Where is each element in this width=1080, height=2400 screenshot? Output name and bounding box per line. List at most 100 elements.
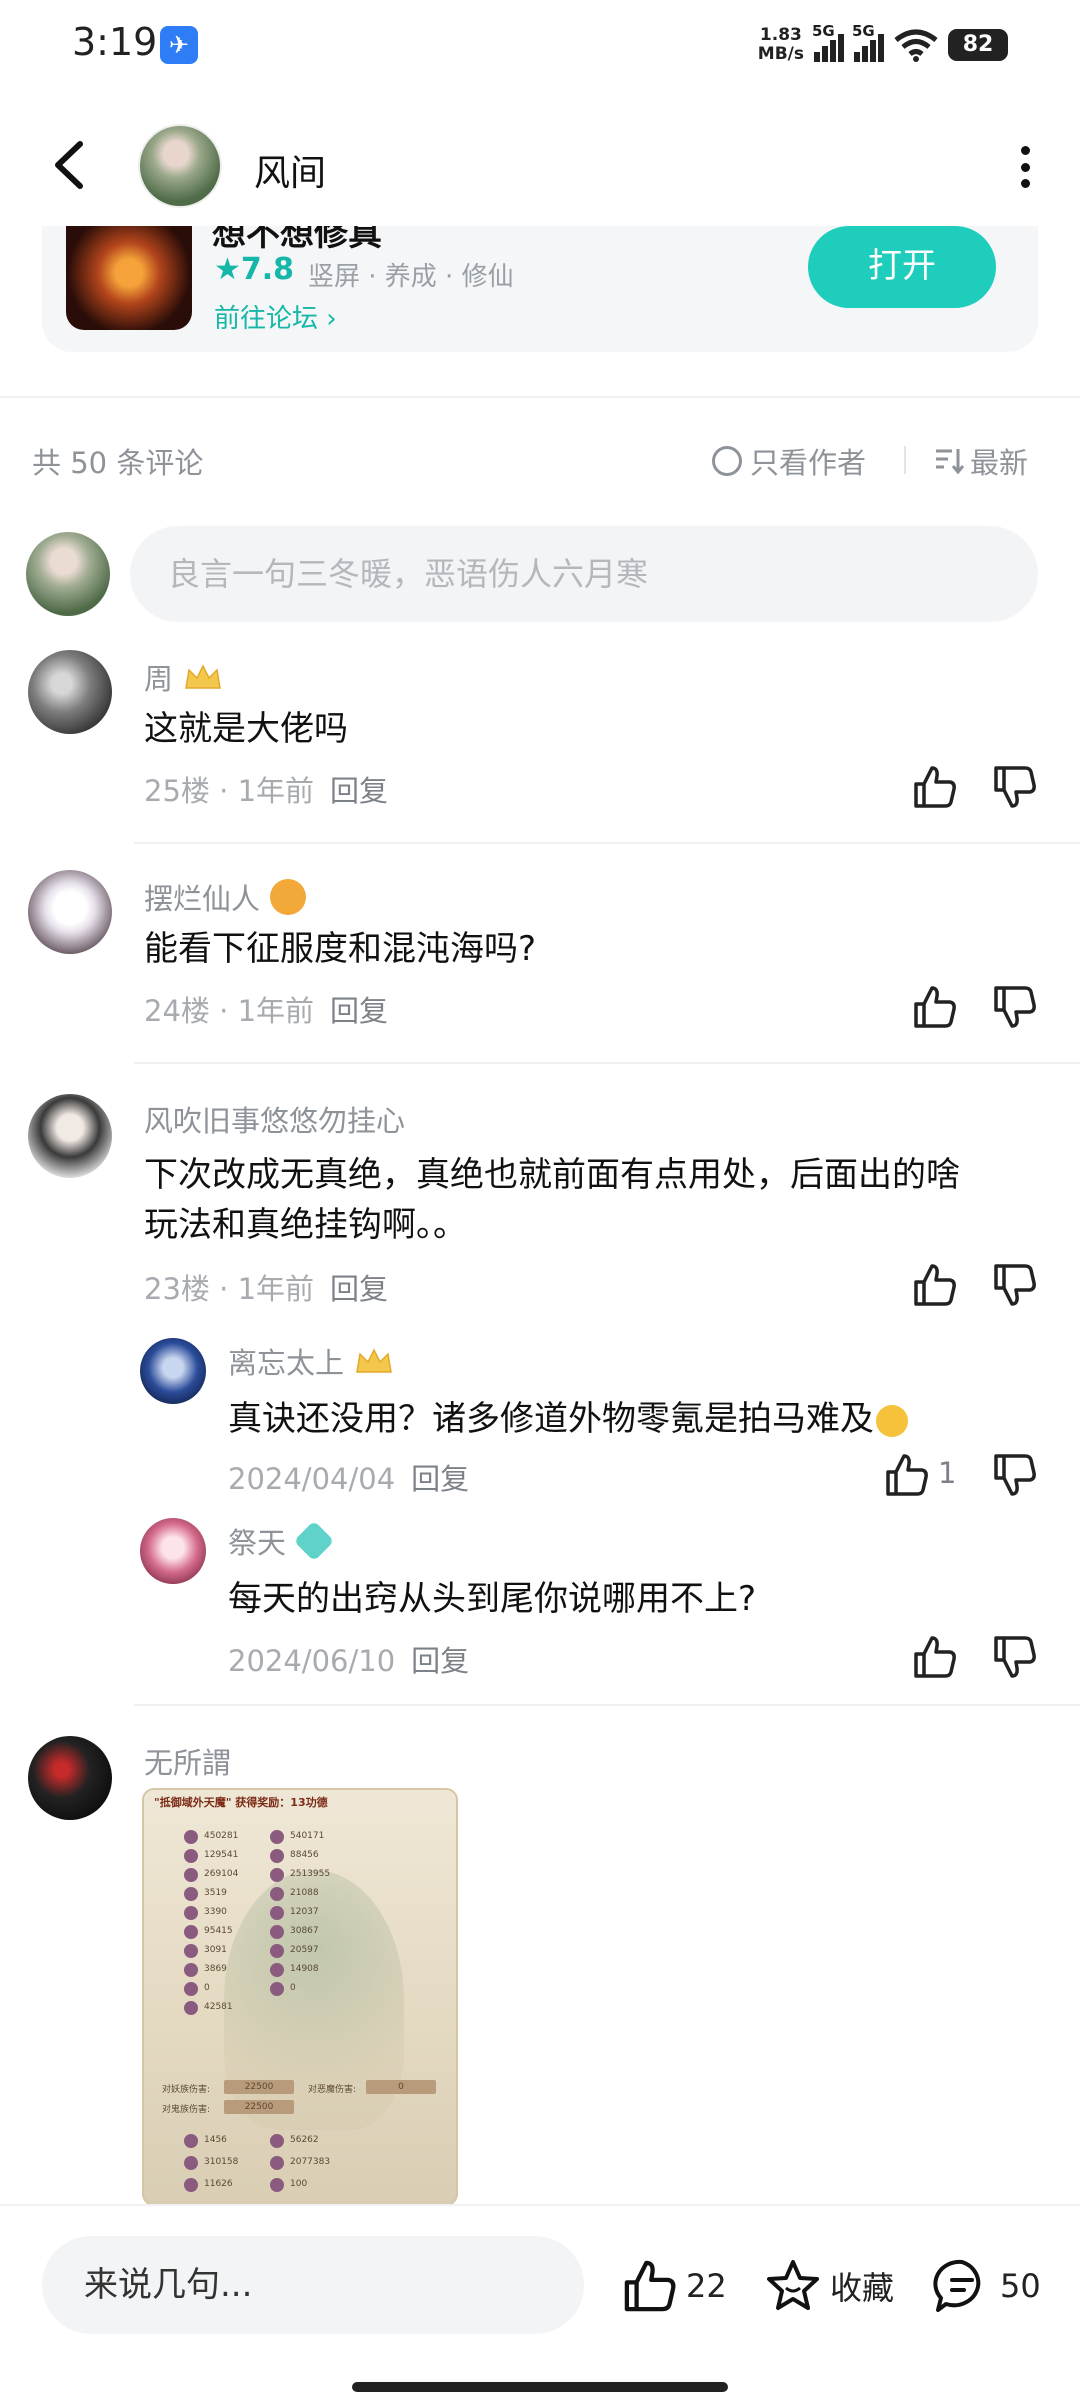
stat-icon — [270, 1887, 284, 1901]
reply-button[interactable]: 回复 — [411, 1462, 469, 1496]
comment-avatar[interactable] — [28, 1736, 112, 1820]
stat-value: 100 — [290, 2179, 308, 2189]
reply-button[interactable]: 回复 — [330, 994, 388, 1028]
stat-value: 42581 — [204, 2002, 233, 2012]
thumbs-up-icon — [624, 2260, 676, 2312]
thumbs-down-icon[interactable] — [992, 1634, 1038, 1680]
thumbs-down-icon[interactable] — [992, 1452, 1038, 1498]
comments-count: 共 50 条评论 — [32, 446, 204, 480]
game-tags: 竖屏 · 养成 · 修仙 — [308, 262, 514, 292]
chat-bubble-icon — [933, 2259, 981, 2312]
more-options-icon[interactable] — [1010, 146, 1040, 188]
divider — [134, 1704, 1080, 1706]
divider — [134, 1062, 1080, 1064]
bottom-action-bar: 来说几句... 22 收藏 50 — [0, 2204, 1080, 2400]
stat-icon — [270, 1982, 284, 1996]
stat-icon — [270, 2134, 284, 2148]
stat-value: 30867 — [290, 1926, 319, 1936]
stat-value: 2077383 — [290, 2157, 331, 2167]
author-only-toggle[interactable]: 只看作者 — [712, 440, 866, 482]
reply-button[interactable]: 回复 — [411, 1644, 469, 1678]
signal-icon: 5G — [812, 22, 844, 62]
reply-avatar[interactable] — [140, 1518, 206, 1584]
stat-icon — [184, 1868, 198, 1882]
radio-icon[interactable] — [712, 446, 742, 476]
thumbs-up-icon[interactable] — [912, 1262, 958, 1308]
wifi-icon — [894, 29, 938, 62]
comment-avatar[interactable] — [28, 650, 112, 734]
comment-avatar[interactable] — [28, 1094, 112, 1178]
home-indicator[interactable] — [352, 2382, 728, 2392]
stat-icon — [184, 1925, 198, 1939]
comment-author[interactable]: 摆烂仙人 — [144, 876, 307, 918]
comment-image[interactable]: "抵御域外天魔" 获得奖励：13功德 450281 129541 269104 351… — [142, 1788, 458, 2206]
like-button[interactable]: 22 — [622, 2258, 727, 2314]
author-avatar[interactable] — [138, 124, 222, 208]
level-badge-icon — [293, 1520, 335, 1562]
reply-author[interactable]: 祭天 — [228, 1520, 335, 1562]
stat-value: 56262 — [290, 2135, 319, 2145]
thumbs-up-icon[interactable] — [912, 764, 958, 810]
stat-icon — [270, 1925, 284, 1939]
thumbs-down-icon[interactable] — [992, 1262, 1038, 1308]
open-game-button[interactable]: 打开 — [808, 226, 996, 308]
stat-value: 269104 — [204, 1869, 239, 1879]
author-name[interactable]: 风间 — [254, 144, 326, 196]
stat-icon — [270, 1868, 284, 1882]
stat-icon — [270, 1963, 284, 1977]
stat-value: 11626 — [204, 2179, 233, 2189]
stat-icon — [270, 2156, 284, 2170]
stat-icon — [184, 2156, 198, 2170]
reply-button[interactable]: 回复 — [330, 774, 388, 808]
reply-button[interactable]: 回复 — [330, 1272, 388, 1306]
game-icon[interactable] — [66, 226, 192, 330]
stat-value: 3869 — [204, 1964, 227, 1974]
thumbs-down-icon[interactable] — [992, 984, 1038, 1030]
forum-link[interactable]: 前往论坛 › — [214, 298, 337, 335]
stat-icon — [184, 2178, 198, 2192]
divider — [134, 842, 1080, 844]
comment-meta: 25楼 · 1年前 回复 — [144, 774, 389, 808]
thumbs-down-icon[interactable] — [992, 764, 1038, 810]
stat-icon — [184, 1906, 198, 1920]
star-icon — [767, 2260, 819, 2310]
stat-icon — [270, 1849, 284, 1863]
stat-value: 540171 — [290, 1831, 325, 1841]
comment-text: 能看下征服度和混沌海吗? — [144, 929, 537, 969]
stat-icon — [184, 1849, 198, 1863]
sort-button[interactable]: 最新 — [934, 440, 1028, 482]
reply-avatar[interactable] — [140, 1338, 206, 1404]
comment-author[interactable]: 周 — [144, 656, 223, 698]
comment-meta: 23楼 · 1年前 回复 — [144, 1272, 389, 1306]
sort-icon — [936, 449, 964, 475]
comment-author[interactable]: 风吹旧事悠悠勿挂心 — [144, 1098, 405, 1140]
divider — [904, 446, 906, 474]
crown-badge-icon — [356, 1348, 392, 1373]
my-avatar — [26, 532, 110, 616]
divider — [0, 396, 1080, 398]
comment-meta: 24楼 · 1年前 回复 — [144, 994, 389, 1028]
reply-author[interactable]: 离忘太上 — [228, 1340, 394, 1382]
reply-input[interactable]: 来说几句... — [42, 2236, 584, 2334]
thumbs-up-icon[interactable] — [912, 1634, 958, 1680]
battery-icon: 82 — [948, 29, 1008, 61]
stat-icon — [184, 2134, 198, 2148]
thumbs-up-icon[interactable] — [884, 1452, 930, 1498]
stat-value: 1456 — [204, 2135, 227, 2145]
game-name: 想不想修真 — [212, 226, 382, 254]
reply-meta: 2024/06/10 回复 — [228, 1644, 470, 1678]
favorite-button[interactable]: 收藏 — [764, 2258, 894, 2314]
stat-icon — [184, 1944, 198, 1958]
stat-icon — [184, 1830, 198, 1844]
comment-avatar[interactable] — [28, 870, 112, 954]
comments-button[interactable]: 50 — [932, 2258, 1041, 2314]
stat-value: 3390 — [204, 1907, 227, 1917]
thumbs-up-icon[interactable] — [912, 984, 958, 1030]
comment-input[interactable] — [130, 526, 1038, 622]
comment-author[interactable]: 无所謂 — [144, 1740, 231, 1782]
game-card[interactable]: 想不想修真 ★7.8 竖屏 · 养成 · 修仙 前往论坛 › 打开 — [42, 226, 1038, 352]
reply-text: 每天的出窍从头到尾你说哪用不上? — [228, 1579, 757, 1619]
comment-text: 下次改成无真绝，真绝也就前面有点用处，后面出的啥 玩法和真绝挂钩啊。。 — [144, 1155, 960, 1245]
stat-icon — [184, 1887, 198, 1901]
back-icon[interactable] — [46, 138, 96, 192]
